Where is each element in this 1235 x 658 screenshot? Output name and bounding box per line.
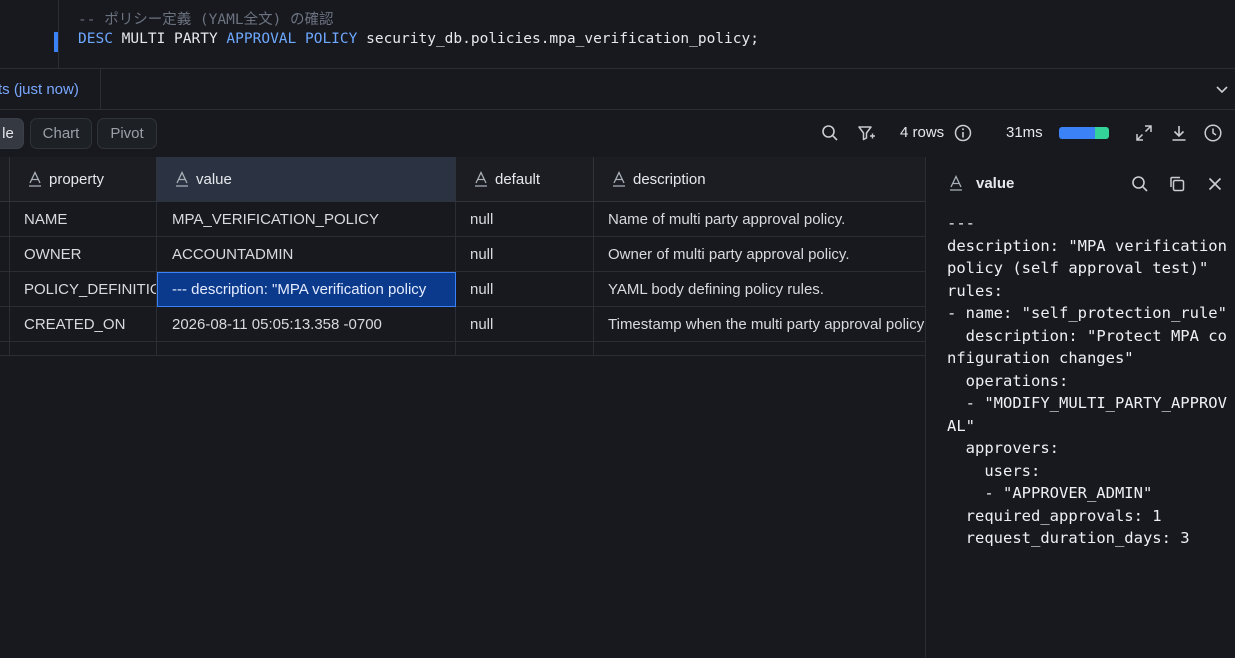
row-count: 4 rows [900, 124, 945, 141]
row-number [0, 237, 10, 272]
table-cell[interactable]: ACCOUNTADMIN [157, 237, 456, 272]
text-type-icon [29, 171, 41, 187]
table-cell[interactable]: CREATED_ON [10, 307, 157, 342]
cell-detail-panel: value --- description: "MPA verification… [925, 157, 1235, 658]
column-header-default[interactable]: default [456, 157, 594, 202]
row-number [0, 342, 10, 356]
table-cell[interactable]: Name of multi party approval policy. [594, 202, 925, 237]
chevron-down-icon[interactable] [1213, 80, 1231, 98]
column-label-default: default [495, 170, 541, 188]
column-label-value: value [196, 170, 232, 188]
row-number [0, 307, 10, 342]
results-tab-label: ts (just now) [0, 81, 79, 98]
table-cell[interactable]: null [456, 307, 594, 342]
sql-editor[interactable]: -- ポリシー定義 (YAML全文) の確認 DESC MULTI PARTY … [0, 0, 1235, 68]
column-label-property: property [49, 170, 105, 188]
keyword-approval-policy: APPROVAL POLICY [226, 31, 358, 47]
statement-target: security_db.policies.mpa_verification_po… [366, 31, 759, 47]
table-cell[interactable]: NAME [10, 202, 157, 237]
tab-pivot[interactable]: Pivot [97, 118, 157, 149]
empty-cell [157, 342, 456, 356]
table-cell[interactable]: YAML body defining policy rules. [594, 272, 925, 307]
table-cell[interactable]: MPA_VERIFICATION_POLICY [157, 202, 456, 237]
table-cell[interactable]: Owner of multi party approval policy. [594, 237, 925, 272]
table-cell[interactable]: POLICY_DEFINITION [10, 272, 157, 307]
text-type-icon [176, 171, 188, 187]
row-number [0, 272, 10, 307]
timing-bar-execute [1095, 127, 1109, 139]
column-header-value[interactable]: value [157, 157, 456, 202]
column-label-description: description [633, 170, 706, 188]
tab-chart-label: Chart [42, 125, 80, 142]
text-type-icon [613, 171, 625, 187]
table-cell[interactable]: null [456, 272, 594, 307]
timing-bar-compile [1059, 127, 1095, 139]
table-cell[interactable]: Timestamp when the multi party approval … [594, 307, 925, 342]
column-header-description[interactable]: description [594, 157, 925, 202]
table-cell[interactable]: null [456, 237, 594, 272]
row-number [0, 202, 10, 237]
search-icon[interactable] [1130, 174, 1150, 194]
tab-table[interactable]: le [0, 118, 24, 149]
results-toolbar: le Chart Pivot 4 rows 31ms [0, 110, 1235, 156]
empty-cell [456, 342, 594, 356]
editor-gutter-divider [58, 0, 59, 68]
results-table[interactable]: property value default description NAME … [0, 157, 925, 658]
table-cell[interactable]: null [456, 202, 594, 237]
table-cell[interactable]: 2026-08-11 05:05:13.358 -0700 [157, 307, 456, 342]
expand-icon[interactable] [1134, 123, 1154, 143]
search-icon[interactable] [820, 123, 840, 143]
tab-table-label: le [2, 125, 14, 142]
panel-value-content[interactable]: --- description: "MPA verification polic… [947, 212, 1232, 550]
results-tab[interactable]: ts (just now) [0, 69, 101, 110]
text-type-icon [475, 171, 487, 187]
filter-icon[interactable] [856, 123, 876, 143]
active-line-marker [54, 32, 58, 52]
timing-bar [1059, 127, 1109, 139]
empty-cell [594, 342, 925, 356]
clock-icon[interactable] [1203, 123, 1223, 143]
text-type-icon [950, 175, 962, 191]
column-header-property[interactable]: property [10, 157, 157, 202]
results-header: ts (just now) [0, 68, 1235, 110]
download-icon[interactable] [1169, 123, 1189, 143]
code-statement-line[interactable]: DESC MULTI PARTY APPROVAL POLICY securit… [78, 31, 759, 47]
close-icon[interactable] [1205, 174, 1225, 194]
keyword-multi-party: MULTI PARTY [121, 31, 218, 47]
empty-cell [10, 342, 157, 356]
info-icon[interactable] [953, 123, 973, 143]
table-cell[interactable]: OWNER [10, 237, 157, 272]
keyword-desc: DESC [78, 31, 113, 47]
copy-icon[interactable] [1167, 174, 1187, 194]
panel-title: value [976, 175, 1015, 192]
tab-chart[interactable]: Chart [30, 118, 92, 149]
row-number-header [0, 157, 10, 202]
query-duration: 31ms [1006, 124, 1043, 141]
tab-pivot-label: Pivot [110, 125, 144, 142]
table-cell-selected[interactable]: --- description: "MPA verification polic… [157, 272, 456, 307]
code-comment-line[interactable]: -- ポリシー定義 (YAML全文) の確認 [78, 8, 334, 29]
